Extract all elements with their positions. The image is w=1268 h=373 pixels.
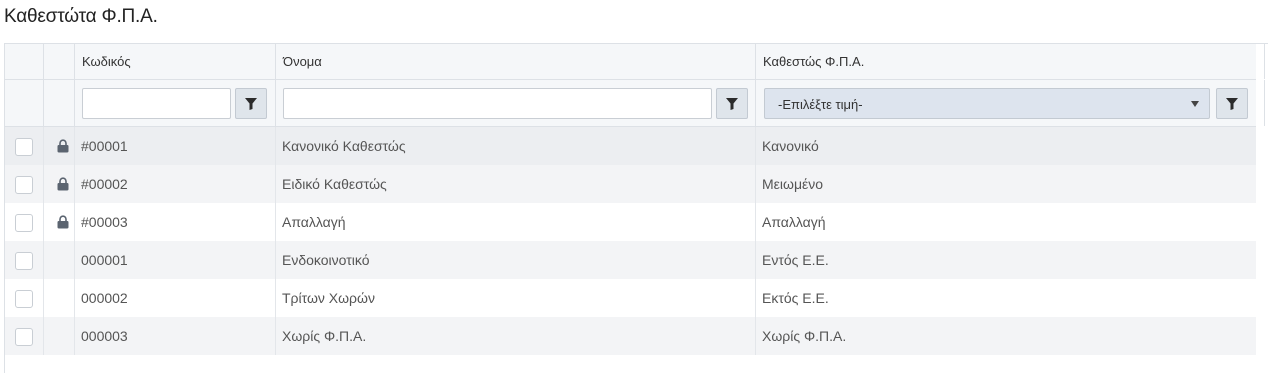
row-vat: Εντός Ε.Ε. [762, 252, 829, 268]
row-lock-cell [44, 165, 75, 203]
row-code: 000003 [81, 328, 128, 344]
row-vat-cell: Κανονικό [756, 127, 1256, 165]
code-filter-button[interactable] [235, 88, 267, 119]
row-lock-cell [44, 279, 75, 317]
row-name: Χωρίς Φ.Π.Α. [282, 328, 367, 344]
row-code-cell: #00003 [75, 203, 276, 241]
name-filter-input[interactable] [283, 88, 712, 119]
row-code: 000001 [81, 252, 128, 268]
column-header-code-label: Κωδικός [82, 54, 131, 69]
row-code: #00002 [81, 176, 128, 192]
filter-name-cell [276, 80, 756, 126]
row-vat: Κανονικό [762, 138, 819, 154]
row-code-cell: 000003 [75, 317, 276, 355]
row-select-cell [5, 203, 44, 241]
row-vat: Εκτός Ε.Ε. [762, 290, 829, 306]
row-code-cell: 000002 [75, 279, 276, 317]
row-name: Κανονικό Καθεστώς [282, 138, 406, 154]
table-row[interactable]: 000001 Ενδοκοινοτικό Εντός Ε.Ε. [5, 241, 1256, 279]
table-row[interactable]: #00003 Απαλλαγή Απαλλαγή [5, 203, 1256, 241]
row-checkbox[interactable] [15, 214, 33, 232]
row-name-cell: Κανονικό Καθεστώς [276, 127, 756, 165]
row-checkbox[interactable] [15, 328, 33, 346]
row-select-cell [5, 241, 44, 279]
row-select-cell [5, 317, 44, 355]
row-checkbox[interactable] [15, 290, 33, 308]
row-code-cell: 000001 [75, 241, 276, 279]
row-code: #00001 [81, 138, 128, 154]
lock-icon [57, 215, 69, 229]
row-vat: Μειωμένο [762, 176, 824, 192]
grid-filter-row: -Επιλέξτε τιμή- [5, 80, 1265, 127]
row-lock-cell [44, 203, 75, 241]
lock-icon [57, 177, 69, 191]
row-name-cell: Ενδοκοινοτικό [276, 241, 756, 279]
column-header-vat[interactable]: Καθεστώς Φ.Π.Α. [756, 44, 1265, 79]
column-header-code[interactable]: Κωδικός [75, 44, 276, 79]
row-checkbox[interactable] [15, 252, 33, 270]
row-vat-cell: Εντός Ε.Ε. [756, 241, 1256, 279]
row-name: Ειδικό Καθεστώς [282, 176, 387, 192]
vat-filter-select-value: -Επιλέξτε τιμή- [778, 97, 863, 112]
filter-vat-cell: -Επιλέξτε τιμή- [756, 80, 1265, 126]
table-row[interactable]: #00001 Κανονικό Καθεστώς Κανονικό [5, 127, 1256, 165]
column-header-name[interactable]: Όνομα [276, 44, 756, 79]
vat-filter-button[interactable] [1216, 88, 1248, 119]
row-vat: Χωρίς Φ.Π.Α. [762, 328, 847, 344]
vat-filter-select[interactable]: -Επιλέξτε τιμή- [764, 88, 1210, 119]
row-name-cell: Απαλλαγή [276, 203, 756, 241]
row-code: 000002 [81, 290, 128, 306]
row-name-cell: Τρίτων Χωρών [276, 279, 756, 317]
row-vat-cell: Εκτός Ε.Ε. [756, 279, 1256, 317]
table-row[interactable]: 000002 Τρίτων Χωρών Εκτός Ε.Ε. [5, 279, 1256, 317]
grid-header-row: Κωδικός Όνομα Καθεστώς Φ.Π.Α. [5, 44, 1265, 80]
row-vat-cell: Μειωμένο [756, 165, 1256, 203]
vat-status-grid: Κωδικός Όνομα Καθεστώς Φ.Π.Α. -Επιλέξτε … [4, 43, 1268, 373]
filter-icon [726, 97, 738, 110]
row-name: Απαλλαγή [282, 214, 346, 230]
filter-code-cell [75, 80, 276, 126]
row-code-cell: #00001 [75, 127, 276, 165]
row-name-cell: Χωρίς Φ.Π.Α. [276, 317, 756, 355]
row-name: Τρίτων Χωρών [282, 290, 375, 306]
lock-icon [57, 139, 69, 153]
row-code-cell: #00002 [75, 165, 276, 203]
code-filter-input[interactable] [82, 88, 231, 119]
column-header-name-label: Όνομα [283, 54, 322, 69]
row-vat: Απαλλαγή [762, 214, 826, 230]
row-code: #00003 [81, 214, 128, 230]
column-header-vat-label: Καθεστώς Φ.Π.Α. [763, 54, 865, 69]
header-select-cell [5, 44, 44, 79]
filter-lock-cell [44, 80, 75, 126]
row-vat-cell: Χωρίς Φ.Π.Α. [756, 317, 1256, 355]
page-title: Καθεστώτα Φ.Π.Α. [4, 6, 158, 27]
row-name-cell: Ειδικό Καθεστώς [276, 165, 756, 203]
row-select-cell [5, 279, 44, 317]
filter-icon [245, 97, 257, 110]
chevron-down-icon [1191, 101, 1199, 107]
filter-icon [1226, 97, 1238, 110]
row-name: Ενδοκοινοτικό [282, 252, 370, 268]
header-lock-cell [44, 44, 75, 79]
row-select-cell [5, 165, 44, 203]
table-row[interactable]: #00002 Ειδικό Καθεστώς Μειωμένο [5, 165, 1256, 203]
table-row[interactable]: 000003 Χωρίς Φ.Π.Α. Χωρίς Φ.Π.Α. [5, 317, 1256, 355]
row-vat-cell: Απαλλαγή [756, 203, 1256, 241]
row-select-cell [5, 127, 44, 165]
row-lock-cell [44, 317, 75, 355]
row-checkbox[interactable] [15, 138, 33, 156]
row-checkbox[interactable] [15, 176, 33, 194]
filter-select-cell [5, 80, 44, 126]
name-filter-button[interactable] [716, 88, 748, 119]
row-lock-cell [44, 127, 75, 165]
row-lock-cell [44, 241, 75, 279]
